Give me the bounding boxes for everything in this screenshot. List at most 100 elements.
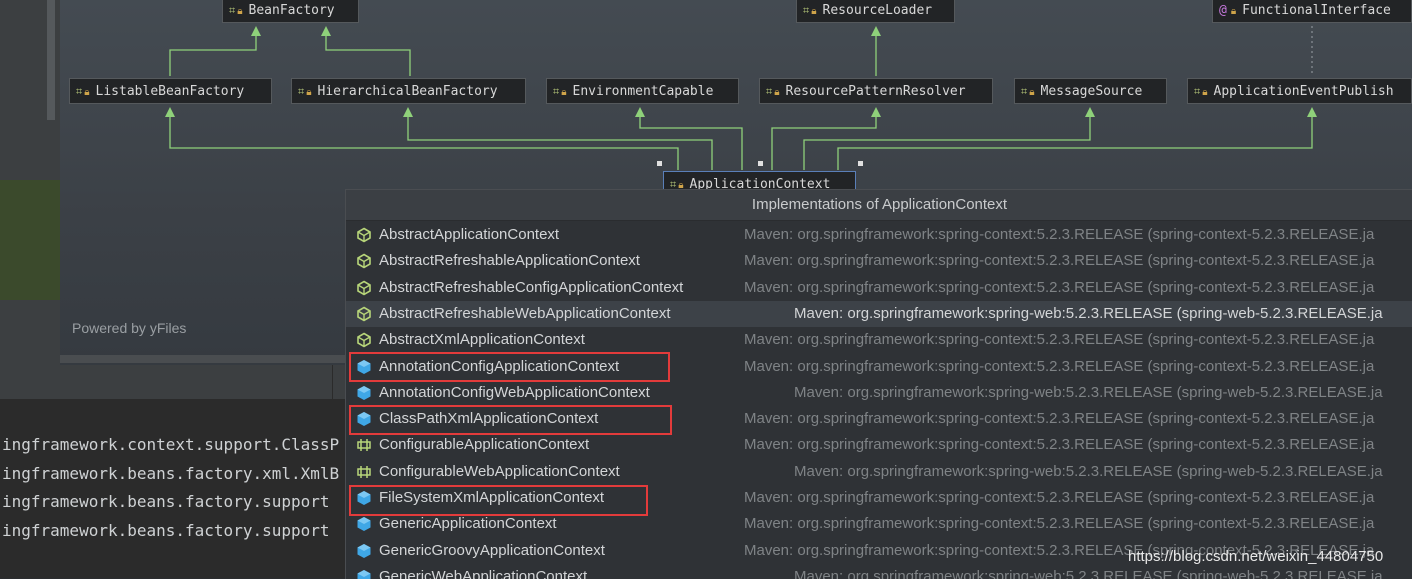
interface-icon [357,439,371,452]
node-messagesource[interactable]: ⌗ 🔒︎ MessageSource [1014,78,1167,104]
implementation-class-name: ConfigurableWebApplicationContext [379,462,620,480]
powered-by-label: Powered by yFiles [72,320,187,336]
implementation-source: Maven: org.springframework:spring-contex… [744,410,1375,428]
node-label: ResourceLoader [822,3,933,18]
implementation-class-name: GenericWebApplicationContext [379,567,588,579]
annotation-icon: @ [1219,3,1227,18]
node-listablebeanfactory[interactable]: ⌗ 🔒︎ ListableBeanFactory [69,78,272,104]
node-label: ApplicationEventPublish [1213,84,1394,99]
interface-icon: ⌗ [298,85,305,98]
abstract-class-icon [357,227,371,243]
implementation-source: Maven: org.springframework:spring-web:5.… [794,567,1383,579]
node-hierarchicalbeanfactory[interactable]: ⌗ 🔒︎ HierarchicalBeanFactory [291,78,526,104]
interface-icon: ⌗ [1021,85,1028,98]
console-line: ingframework.beans.factory.support [2,492,330,511]
node-label: BeanFactory [248,3,335,18]
node-label: FunctionalInterface [1242,3,1391,18]
implementation-class-name: AbstractRefreshableApplicationContext [379,252,640,270]
abstract-class-icon [357,280,371,296]
implementations-popup[interactable]: Implementations of ApplicationContext Ab… [345,189,1412,579]
implementation-source: Maven: org.springframework:spring-contex… [744,226,1375,243]
lock-icon: 🔒︎ [1202,87,1208,98]
class-icon [357,385,371,400]
arrow-publisher [1307,107,1317,117]
console-line: ingframework.context.support.ClassP [2,435,340,454]
diagram-horizontal-scrollbar[interactable] [60,355,345,363]
console-toolbar [0,365,345,400]
edge-hierarchical-to-beanfactory [325,30,411,76]
lock-icon: 🔒︎ [306,87,312,98]
arrow-beanfactory-2 [321,26,331,36]
arrow-rpr [871,107,881,117]
lock-icon: 🔒︎ [811,6,817,17]
implementation-row[interactable]: AbstractXmlApplicationContext Maven: org.… [346,327,1412,353]
implementation-class-name: GenericGroovyApplicationContext [379,541,605,559]
popup-title: Implementations of ApplicationContext [346,190,1412,221]
implementation-row[interactable]: AbstractApplicationContext Maven: org.spr… [346,222,1412,248]
node-label: ResourcePatternResolver [785,84,966,99]
interface-icon: ⌗ [1194,85,1201,98]
lock-icon: 🔒︎ [237,6,243,17]
implementation-class-name: AnnotationConfigWebApplicationContext [379,383,650,401]
node-label: MessageSource [1040,84,1143,99]
implementation-class-name: ConfigurableApplicationContext [379,436,590,454]
class-icon [357,543,371,558]
implementation-row[interactable]: AbstractRefreshableApplicationContext Mav… [346,248,1412,274]
implementation-source: Maven: org.springframework:spring-contex… [744,278,1375,296]
console-line: ingframework.beans.factory.support [2,521,330,540]
implementation-source: Maven: org.springframework:spring-contex… [744,357,1375,375]
implementation-row[interactable]: AbstractRefreshableWebApplicationContext… [346,300,1412,327]
implementation-row[interactable]: AbstractRefreshableConfigApplicationCont… [346,275,1412,301]
implementation-row[interactable]: ConfigurableWebApplicationContext Maven: … [346,459,1412,485]
node-label: ListableBeanFactory [95,84,245,99]
highlight-box [349,485,648,516]
lock-icon: 🔒︎ [1029,87,1035,98]
toolbar-divider [332,365,333,399]
console-line: ingframework.beans.factory.xml.XmlB [2,464,340,483]
node-resourcepatternresolver[interactable]: ⌗ 🔒︎ ResourcePatternResolver [759,78,993,104]
implementation-row[interactable]: AnnotationConfigWebApplicationContext Mav… [346,380,1412,406]
selection-handle[interactable] [858,161,863,166]
interface-icon: ⌗ [229,4,236,17]
interface-icon: ⌗ [803,4,810,17]
abstract-class-icon [357,332,371,348]
edge-ac-to-messagesource [803,110,1091,170]
highlight-box [349,352,670,382]
implementation-source: Maven: org.springframework:spring-contex… [744,331,1375,349]
implementation-class-name: AbstractXmlApplicationContext [379,331,585,349]
abstract-class-icon [357,253,371,269]
edge-ac-to-hierarchical [407,110,713,170]
implementation-class-name: AbstractRefreshableWebApplicationContext [379,304,671,322]
interface-icon: ⌗ [76,85,83,98]
edge-listable-to-beanfactory [169,30,257,76]
arrow-listable [165,107,175,117]
lock-icon: 🔒︎ [1230,6,1237,17]
arrow-resourceloader [871,26,881,36]
class-icon [357,517,371,532]
selection-handle[interactable] [657,161,662,166]
implementation-source: Maven: org.springframework:spring-contex… [744,489,1375,506]
lock-icon: 🔒︎ [561,87,567,98]
node-applicationeventpublisher[interactable]: ⌗ 🔒︎ ApplicationEventPublish [1187,78,1412,104]
implementation-row[interactable]: ConfigurableApplicationContext Maven: org… [346,432,1412,458]
node-beanfactory[interactable]: ⌗ 🔒︎ BeanFactory [222,0,359,23]
node-label: HierarchicalBeanFactory [317,84,498,99]
implementation-class-name: AbstractApplicationContext [379,226,560,243]
implementation-source: Maven: org.springframework:spring-contex… [744,252,1375,270]
implementation-source: Maven: org.springframework:spring-web:5.… [794,462,1383,480]
class-icon [357,569,371,579]
implementation-row[interactable]: GenericWebApplicationContext Maven: org.s… [346,564,1412,579]
implementation-source: Maven: org.springframework:spring-web:5.… [794,304,1383,322]
highlight-box [349,405,672,435]
watermark: https://blog.csdn.net/weixin_44804750 [1128,548,1384,565]
node-environmentcapable[interactable]: ⌗ 🔒︎ EnvironmentCapable [546,78,739,104]
implementation-class-name: AbstractRefreshableConfigApplicationCont… [379,278,684,296]
implementation-source: Maven: org.springframework:spring-web:5.… [794,383,1383,401]
arrow-hierarchical [403,107,413,117]
implementation-source: Maven: org.springframework:spring-contex… [744,436,1375,454]
arrow-messagesource [1085,107,1095,117]
selection-handle[interactable] [758,161,763,166]
node-functionalinterface[interactable]: @ 🔒︎ FunctionalInterface [1212,0,1412,23]
lock-icon: 🔒︎ [84,87,90,98]
node-resourceloader[interactable]: ⌗ 🔒︎ ResourceLoader [796,0,955,23]
